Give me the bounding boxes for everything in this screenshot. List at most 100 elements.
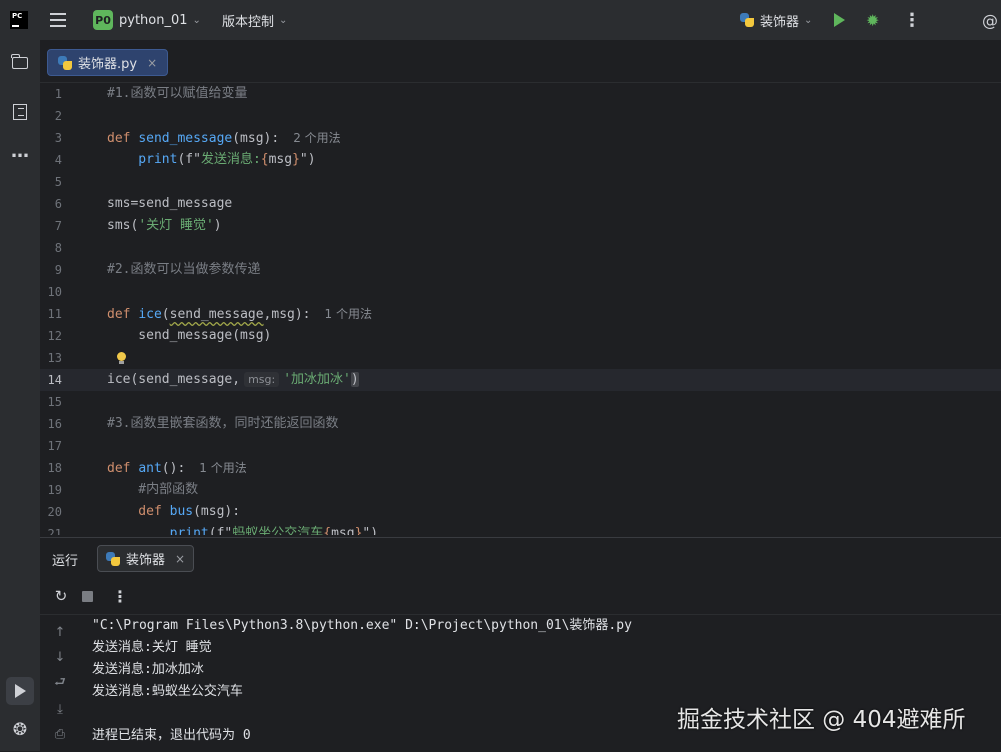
code-text: def ice(send_message,msg): 1 个用法	[107, 303, 372, 326]
run-icon	[14, 684, 26, 698]
code-token: ice(send_message,	[107, 372, 241, 387]
code-text: #2.函数可以当做参数传递	[107, 259, 260, 281]
ai-assistant-icon: @	[982, 10, 998, 30]
code-line[interactable]: 3 def send_message(msg): 2 个用法	[40, 127, 1001, 149]
code-line[interactable]: 16 #3.函数里嵌套函数，同时还能返回函数	[40, 413, 1001, 435]
code-token: (f"	[208, 526, 233, 535]
run-configuration-selector[interactable]: 装饰器 ⌄	[740, 0, 812, 40]
code-token: ")	[299, 152, 316, 167]
python-file-icon	[58, 55, 72, 70]
usages-hint[interactable]: 2 个用法	[293, 131, 340, 145]
code-token: )	[213, 218, 222, 233]
code-token: #1.函数可以赋值给变量	[107, 86, 248, 101]
line-number: 18	[47, 461, 62, 475]
code-text: sms=send_message	[107, 193, 232, 215]
line-number: 20	[47, 505, 62, 519]
code-line[interactable]: 8	[40, 237, 1001, 259]
ai-assistant-button[interactable]: @	[982, 0, 998, 40]
run-tab[interactable]: 装饰器 ×	[97, 545, 195, 572]
code-token: }	[292, 152, 300, 167]
rerun-button[interactable]: ↻	[52, 587, 70, 605]
line-number: 4	[54, 153, 62, 167]
matched-bracket: )	[350, 372, 359, 387]
scroll-to-end-icon: ⤓	[57, 701, 63, 717]
code-line[interactable]: 15	[40, 391, 1001, 413]
soft-wrap-button[interactable]: ⮐	[51, 675, 69, 693]
code-token: #内部函数	[107, 482, 199, 497]
code-token: ant	[138, 461, 162, 476]
code-line[interactable]: 14 ice(send_message, msg: '加冰加冰')	[40, 369, 1001, 391]
console-line: 发送消息:蚂蚁坐公交汽车	[92, 684, 243, 699]
main-menu-icon[interactable]	[50, 0, 70, 40]
code-token: print	[107, 152, 178, 167]
code-line[interactable]: 10	[40, 281, 1001, 303]
code-editor[interactable]: 1 #1.函数可以赋值给变量 2 3 def send_message(msg): 2 个…	[40, 83, 1001, 535]
stop-icon	[81, 590, 93, 602]
code-token: #3.函数里嵌套函数，同时还能返回函数	[107, 416, 339, 431]
code-line[interactable]: 12 send_message(msg)	[40, 325, 1001, 347]
run-more-button[interactable]: ⋮	[111, 587, 129, 606]
print-icon: ⎙	[54, 726, 66, 742]
code-line[interactable]: 7 sms('关灯 睡觉')	[40, 215, 1001, 237]
debug-button[interactable]: ✹	[866, 0, 879, 40]
code-token: #2.函数可以当做参数传递	[107, 262, 261, 277]
more-vertical-icon: ⋮	[903, 9, 921, 31]
close-icon[interactable]: ×	[175, 552, 185, 566]
project-tool-button[interactable]	[10, 53, 30, 73]
line-number: 2	[54, 109, 62, 123]
scroll-to-end-button[interactable]: ⤓	[51, 700, 69, 718]
line-number: 16	[47, 417, 62, 431]
code-token: send_message	[138, 131, 233, 146]
code-line[interactable]: 17	[40, 435, 1001, 457]
code-line[interactable]: 13	[40, 347, 1001, 369]
soft-wrap-icon: ⮐	[54, 675, 66, 690]
code-line[interactable]: 2	[40, 105, 1001, 127]
code-line[interactable]: 21 print(f"蚂蚁坐公交汽车{msg}")	[40, 523, 1001, 535]
code-line[interactable]: 1 #1.函数可以赋值给变量	[40, 83, 1001, 105]
code-token: ():	[161, 461, 186, 476]
ellipsis-icon: …	[11, 140, 29, 162]
code-line[interactable]: 9 #2.函数可以当做参数传递	[40, 259, 1001, 281]
code-line[interactable]: 18 def ant(): 1 个用法	[40, 457, 1001, 479]
code-token: 蚂蚁坐公交汽车	[232, 526, 324, 535]
python-console-button[interactable]: ❂	[10, 720, 30, 740]
run-toolbar: ↻ ⋮	[40, 578, 1001, 615]
scroll-up-button[interactable]: ↑	[51, 623, 69, 641]
console-line: "C:\Program Files\Python3.8\python.exe" …	[92, 618, 632, 633]
code-line[interactable]: 5	[40, 171, 1001, 193]
close-icon[interactable]: ×	[147, 56, 157, 70]
code-token: sms=send_message	[107, 196, 233, 211]
project-widget[interactable]: python_01 ⌄	[119, 0, 201, 40]
intention-bulb-icon[interactable]	[115, 352, 127, 364]
code-line[interactable]: 19 #内部函数	[40, 479, 1001, 501]
code-token: (	[161, 307, 170, 322]
print-button[interactable]: ⎙	[51, 725, 69, 743]
usages-hint[interactable]: 1 个用法	[199, 461, 246, 475]
code-token: '加冰加冰'	[283, 372, 351, 387]
more-actions-button[interactable]: ⋮	[903, 0, 921, 40]
code-line[interactable]: 4 print(f"发送消息:{msg}")	[40, 149, 1001, 171]
console-line: 发送消息:加冰加冰	[92, 662, 204, 677]
code-line[interactable]: 20 def bus(msg):	[40, 501, 1001, 523]
bug-icon: ✹	[866, 10, 880, 30]
more-tools-button[interactable]: …	[10, 140, 30, 162]
watermark: 掘金技术社区 @ 404避难所	[677, 707, 966, 733]
project-badge[interactable]: P0	[93, 0, 113, 40]
vcs-label: 版本控制	[222, 14, 275, 30]
usages-hint[interactable]: 1 个用法	[325, 307, 372, 321]
scroll-down-button[interactable]: ↓	[51, 648, 69, 666]
code-line[interactable]: 6 sms=send_message	[40, 193, 1001, 215]
code-token: msg	[268, 152, 293, 167]
vcs-widget[interactable]: 版本控制 ⌄	[222, 0, 287, 40]
pycharm-logo-icon[interactable]: PC	[10, 0, 30, 40]
code-token: send_message(msg)	[107, 328, 272, 343]
stop-button[interactable]	[78, 587, 96, 605]
line-number: 19	[47, 483, 62, 497]
structure-tool-button[interactable]	[10, 102, 30, 122]
run-tool-button[interactable]	[6, 677, 34, 705]
line-number: 17	[47, 439, 62, 453]
code-line[interactable]: 11 def ice(send_message,msg): 1 个用法	[40, 303, 1001, 325]
run-button[interactable]	[834, 0, 845, 40]
editor-tab-file[interactable]: 装饰器.py ×	[47, 49, 169, 76]
line-number: 7	[54, 219, 62, 233]
